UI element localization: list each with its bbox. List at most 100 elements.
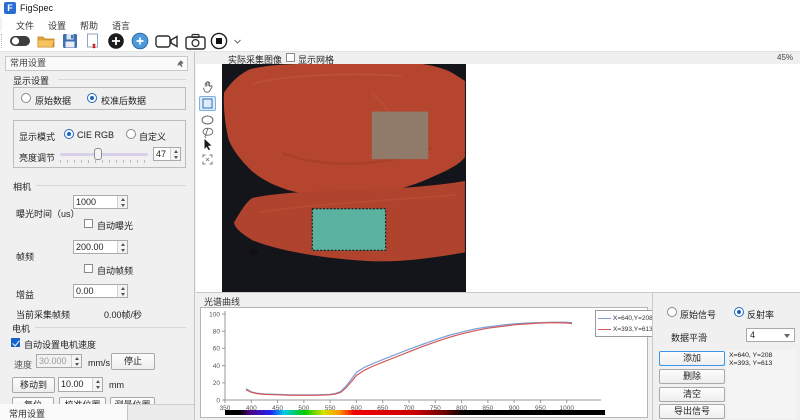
display-group-title: 显示设置	[13, 74, 49, 87]
camera-group-title: 相机	[13, 180, 31, 193]
current-fps-label: 当前采集帧频	[16, 308, 70, 321]
spin-down-icon	[72, 361, 81, 367]
pointer-tool[interactable]	[199, 137, 216, 152]
brightness-slider-handle[interactable]	[94, 148, 102, 160]
teal-selection-region	[312, 209, 385, 251]
speed-unit: mm/s	[88, 358, 110, 368]
main-area: 实际采集图像 显示网格 45%	[196, 52, 800, 420]
speed-label: 速度	[14, 358, 32, 371]
divider	[36, 185, 186, 186]
pan-hand-tool[interactable]	[199, 79, 216, 94]
legend-line-blue	[598, 318, 611, 320]
photo-capture-icon[interactable]	[183, 32, 207, 50]
title-bar: F FigSpec	[0, 0, 800, 17]
svg-text:20: 20	[213, 380, 221, 387]
move-unit: mm	[109, 380, 124, 390]
add-button[interactable]: 添加	[659, 351, 725, 366]
svg-text:80: 80	[213, 329, 221, 336]
show-grid-checkbox[interactable]	[286, 53, 295, 62]
current-fps-value: 0.00帧/秒	[104, 308, 142, 321]
framerate-spinbox[interactable]: 200.00	[73, 240, 128, 254]
reflectance-radio[interactable]	[734, 307, 744, 317]
custom-mode-radio[interactable]	[126, 129, 136, 139]
exposure-label: 曝光时间（us）	[16, 207, 80, 220]
video-record-icon[interactable]	[154, 32, 180, 50]
smooth-label: 数据平滑	[671, 331, 707, 344]
delete-button[interactable]: 删除	[659, 369, 725, 384]
signal-panel: 原始信号 反射率 数据平滑 4 添加 删除 清空 导出信号 X=640, Y=2…	[652, 292, 800, 420]
brightness-label: 亮度调节	[19, 151, 55, 164]
raw-data-radio[interactable]	[21, 93, 31, 103]
figspec-window: F FigSpec 文件 设置 帮助 语言	[0, 0, 800, 420]
cie-rgb-radio[interactable]	[64, 129, 74, 139]
image-tool-strip	[196, 64, 220, 292]
spin-down-icon[interactable]	[118, 247, 127, 253]
calibrated-data-label: 校准后数据	[101, 94, 146, 107]
wavelength-color-bar	[225, 410, 605, 415]
gray-selection-region	[372, 112, 429, 160]
stop-button[interactable]: 停止	[111, 353, 155, 370]
toolbar-overflow-icon[interactable]	[232, 32, 242, 50]
raw-signal-radio[interactable]	[667, 307, 677, 317]
list-item[interactable]: X=640, Y=208	[729, 352, 794, 360]
cie-rgb-label: CIE RGB	[77, 130, 114, 140]
spectrum-chart: 3504004505005506006507007508008509009501…	[200, 307, 648, 418]
list-item[interactable]: X=393, Y=613	[729, 360, 794, 368]
brightness-slider[interactable]	[60, 153, 148, 156]
spin-down-icon[interactable]	[118, 202, 127, 208]
svg-text:100: 100	[209, 311, 220, 318]
menu-bar: 文件 设置 帮助 语言	[0, 17, 800, 31]
reflectance-label: 反射率	[747, 308, 774, 321]
save-icon[interactable]	[60, 32, 80, 50]
svg-text:0: 0	[216, 397, 220, 404]
spin-down-icon[interactable]	[118, 291, 127, 297]
auto-motor-speed-checkbox[interactable]	[11, 338, 20, 347]
smooth-select[interactable]: 4	[746, 328, 795, 342]
close-document-icon[interactable]	[83, 32, 103, 50]
toolbar-grip	[1, 34, 3, 48]
window-title: FigSpec	[20, 3, 53, 13]
auto-motor-speed-label: 自动设置电机速度	[24, 338, 96, 351]
chevron-down-icon	[784, 334, 790, 338]
panel-header[interactable]: 常用设置	[5, 56, 188, 71]
auto-framerate-checkbox[interactable]	[84, 264, 93, 273]
raw-data-label: 原始数据	[35, 94, 71, 107]
gain-spinbox[interactable]: 0.00	[73, 284, 128, 298]
rect-select-tool[interactable]	[199, 96, 216, 111]
exposure-spinbox[interactable]: 1000	[73, 195, 128, 209]
auto-exposure-checkbox[interactable]	[84, 219, 93, 228]
signal-point-list[interactable]: X=640, Y=208 X=393, Y=613	[727, 350, 796, 419]
image-view-header: 实际采集图像 显示网格 45%	[196, 52, 800, 64]
custom-mode-label: 自定义	[139, 130, 166, 143]
acquired-image[interactable]	[222, 64, 466, 292]
svg-text:40: 40	[213, 363, 221, 370]
fit-view-tool[interactable]	[199, 152, 216, 167]
gain-label: 增益	[16, 288, 34, 301]
legend-entry: X=640,Y=208	[598, 313, 654, 324]
stop-icon[interactable]	[209, 32, 229, 50]
app-logo-icon: F	[4, 2, 16, 14]
motor-group-title: 电机	[12, 322, 30, 335]
auto-exposure-label: 自动曝光	[97, 219, 133, 232]
spin-down-icon[interactable]	[171, 154, 180, 160]
add-region-icon[interactable]	[106, 32, 126, 50]
pin-icon[interactable]	[176, 59, 185, 71]
calibrated-data-radio[interactable]	[87, 93, 97, 103]
slider-ticks	[60, 160, 148, 163]
move-to-button[interactable]: 移动到	[12, 377, 55, 393]
auto-framerate-label: 自动帧频	[97, 264, 133, 277]
zoom-level: 45%	[777, 53, 793, 62]
spin-down-icon[interactable]	[93, 385, 102, 392]
clear-button[interactable]: 清空	[659, 387, 725, 402]
export-signal-button[interactable]: 导出信号	[659, 404, 725, 419]
dock-tab-common-settings[interactable]: 常用设置	[0, 404, 128, 420]
open-folder-icon[interactable]	[36, 32, 56, 50]
move-to-spinbox[interactable]: 10.00	[58, 377, 103, 392]
raw-signal-label: 原始信号	[680, 308, 716, 321]
toolbar	[0, 31, 800, 52]
connect-toggle-icon[interactable]	[8, 32, 32, 50]
add-point-icon[interactable]	[130, 32, 150, 50]
image-canvas[interactable]	[196, 64, 800, 292]
brightness-spinbox[interactable]: 47	[153, 147, 181, 161]
divider	[35, 327, 186, 328]
